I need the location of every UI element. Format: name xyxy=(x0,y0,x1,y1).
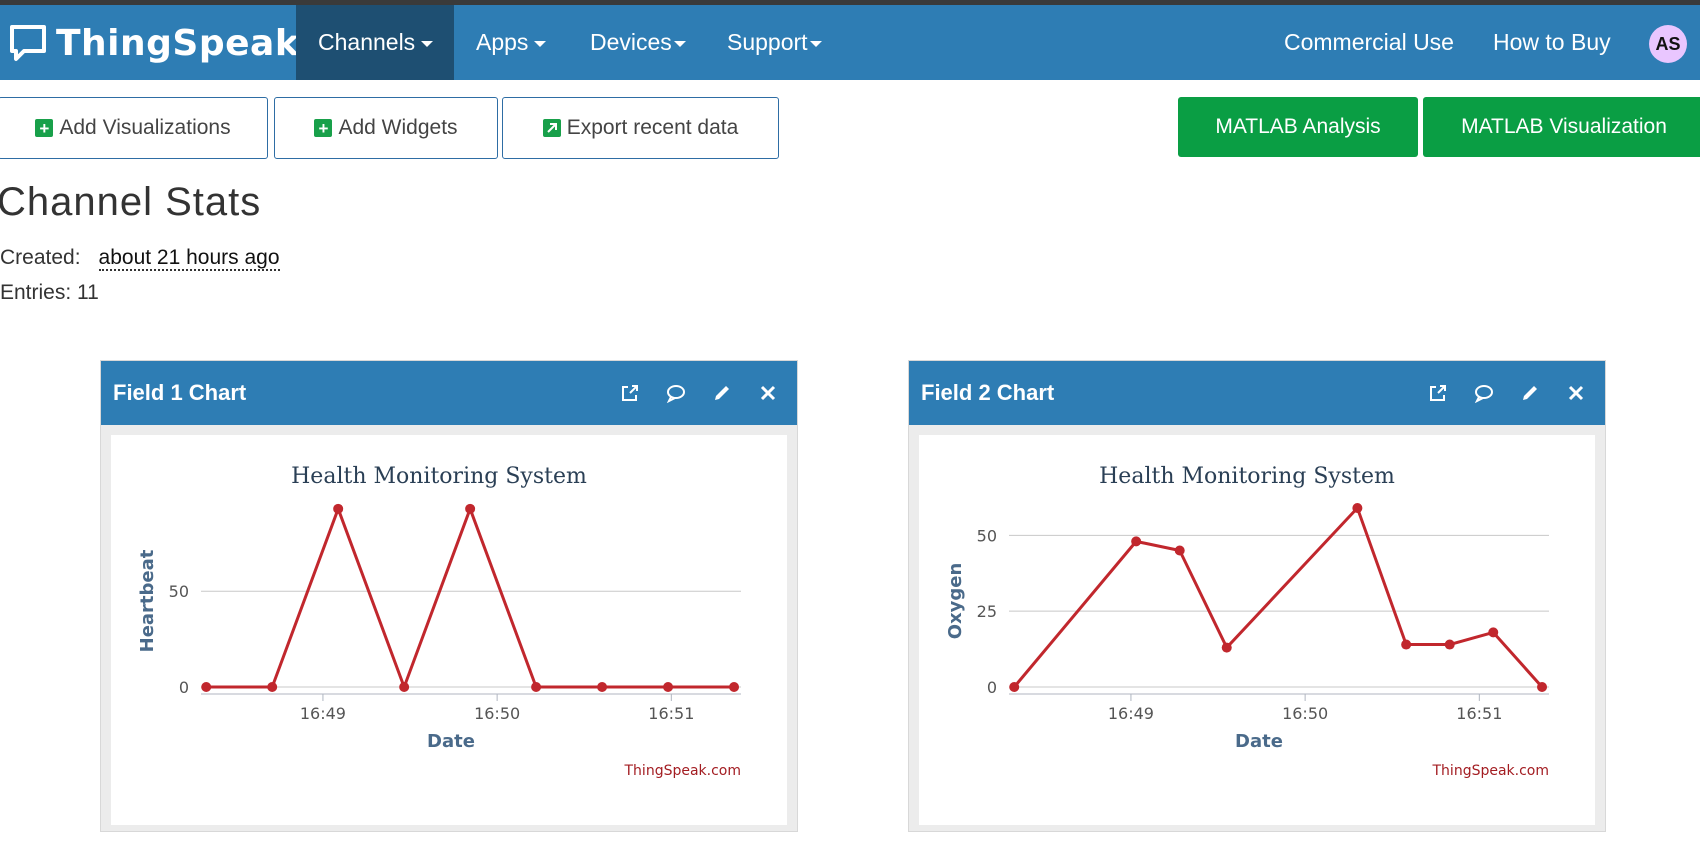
stat-created: Created: about 21 hours ago xyxy=(0,246,280,271)
export-recent-data-button[interactable]: Export recent data xyxy=(502,97,779,159)
x-axis-label: Date xyxy=(1235,731,1283,752)
nav-channels-label: Channels xyxy=(318,29,416,55)
data-point xyxy=(1488,627,1499,638)
y-tick-label: 50 xyxy=(169,582,189,601)
chart-area: Health Monitoring System 0 50 16:49 16:50 16:… xyxy=(111,435,787,825)
x-tick-label: 16:49 xyxy=(300,704,346,723)
y-tick-label: 0 xyxy=(179,678,189,697)
chart-title: Health Monitoring System xyxy=(1099,464,1395,489)
x-tick-label: 16:49 xyxy=(1108,704,1154,723)
field-1-chart-panel: Field 1 Chart Health Monitoring System 0 5… xyxy=(100,360,798,832)
nav-channels[interactable]: Channels xyxy=(296,5,454,80)
export-recent-data-label: Export recent data xyxy=(566,116,739,139)
data-point xyxy=(333,503,344,514)
data-point xyxy=(267,682,278,692)
nav-devices-label: Devices xyxy=(590,29,672,55)
created-value: about 21 hours ago xyxy=(98,246,280,271)
add-visualizations-button[interactable]: + Add Visualizations xyxy=(0,97,268,159)
x-tick-label: 16:51 xyxy=(648,704,694,723)
chart-title: Health Monitoring System xyxy=(291,464,587,489)
close-icon[interactable] xyxy=(1565,382,1587,404)
data-point xyxy=(1444,639,1455,650)
line-chart: Health Monitoring System 0 50 16:49 16:50 16:… xyxy=(137,464,742,779)
nav-commercial-use-label: Commercial Use xyxy=(1284,29,1454,55)
external-link-icon xyxy=(542,119,561,137)
x-tick-label: 16:50 xyxy=(474,704,520,723)
chart-credit: ThingSpeak.com xyxy=(1432,763,1550,779)
panel-header: Field 2 Chart xyxy=(909,361,1605,425)
chevron-down-icon xyxy=(534,40,547,47)
matlab-analysis-button[interactable]: MATLAB Analysis xyxy=(1178,97,1418,157)
line-chart: Health Monitoring System 0 25 50 16:49 16:50 1… xyxy=(945,464,1550,779)
created-label: Created: xyxy=(0,246,81,269)
data-point xyxy=(1009,682,1020,692)
nav-how-to-buy-label: How to Buy xyxy=(1493,29,1611,55)
plus-icon: + xyxy=(35,119,54,137)
y-tick-label: 0 xyxy=(987,678,997,697)
chevron-down-icon xyxy=(421,40,434,47)
data-point xyxy=(531,682,542,692)
chevron-down-icon xyxy=(673,40,686,47)
pencil-icon[interactable] xyxy=(711,382,733,404)
nav-support-label: Support xyxy=(727,29,808,55)
y-tick-label: 50 xyxy=(977,526,997,545)
nav-commercial-use[interactable]: Commercial Use xyxy=(1262,5,1476,80)
chart-area: Health Monitoring System 0 25 50 16:49 16:50 1… xyxy=(919,435,1595,825)
brand-logo[interactable]: ThingSpeak™ xyxy=(8,18,317,68)
x-tick-label: 16:50 xyxy=(1282,704,1328,723)
data-point xyxy=(663,682,674,692)
data-point xyxy=(1131,536,1142,547)
matlab-visualization-button[interactable]: MATLAB Visualization xyxy=(1423,97,1700,157)
data-point xyxy=(465,503,476,514)
nav-devices[interactable]: Devices xyxy=(568,5,708,80)
x-tick-label: 16:51 xyxy=(1456,704,1502,723)
external-link-icon[interactable] xyxy=(619,382,641,404)
panel-header: Field 1 Chart xyxy=(101,361,797,425)
stat-entries: Entries: 11 xyxy=(0,281,99,305)
field-2-chart-panel: Field 2 Chart Health Monitoring System 0 2… xyxy=(908,360,1606,832)
pencil-icon[interactable] xyxy=(1519,382,1541,404)
data-point xyxy=(1174,545,1185,556)
y-axis-label: Oxygen xyxy=(945,563,966,640)
comment-icon[interactable] xyxy=(1473,382,1495,404)
y-tick-label: 25 xyxy=(977,602,997,621)
add-widgets-label: Add Widgets xyxy=(338,116,458,139)
nav-apps-label: Apps xyxy=(476,29,529,55)
data-point xyxy=(201,682,212,692)
series-line xyxy=(206,507,735,689)
data-point xyxy=(729,682,740,692)
panel-title: Field 2 Chart xyxy=(921,380,1055,405)
data-point xyxy=(597,682,608,692)
panel-title: Field 1 Chart xyxy=(113,380,247,405)
close-icon[interactable] xyxy=(757,382,779,404)
chart-credit: ThingSpeak.com xyxy=(624,763,742,779)
nav-how-to-buy[interactable]: How to Buy xyxy=(1471,5,1633,80)
brand-name: ThingSpeak xyxy=(56,22,300,64)
comment-icon[interactable] xyxy=(665,382,687,404)
y-axis-label: Heartbeat xyxy=(137,549,158,652)
nav-support[interactable]: Support xyxy=(705,5,844,80)
chevron-down-icon xyxy=(809,40,822,47)
add-widgets-button[interactable]: + Add Widgets xyxy=(274,97,498,159)
nav-apps[interactable]: Apps xyxy=(454,5,568,80)
top-navbar: ThingSpeak™ Channels Apps Devices Suppor… xyxy=(0,5,1700,80)
data-point xyxy=(1537,682,1548,692)
data-point xyxy=(1352,503,1363,514)
entries-value: 11 xyxy=(77,281,99,304)
x-axis-label: Date xyxy=(427,731,475,752)
data-point xyxy=(1401,639,1412,650)
page-title: Channel Stats xyxy=(0,180,262,224)
data-point xyxy=(399,682,410,692)
data-point xyxy=(1221,642,1232,653)
entries-label: Entries: xyxy=(0,281,72,304)
plus-icon: + xyxy=(314,119,333,137)
user-avatar[interactable]: AS xyxy=(1649,25,1687,63)
add-visualizations-label: Add Visualizations xyxy=(59,116,231,139)
speech-bubble-icon xyxy=(10,25,46,61)
external-link-icon[interactable] xyxy=(1427,382,1449,404)
